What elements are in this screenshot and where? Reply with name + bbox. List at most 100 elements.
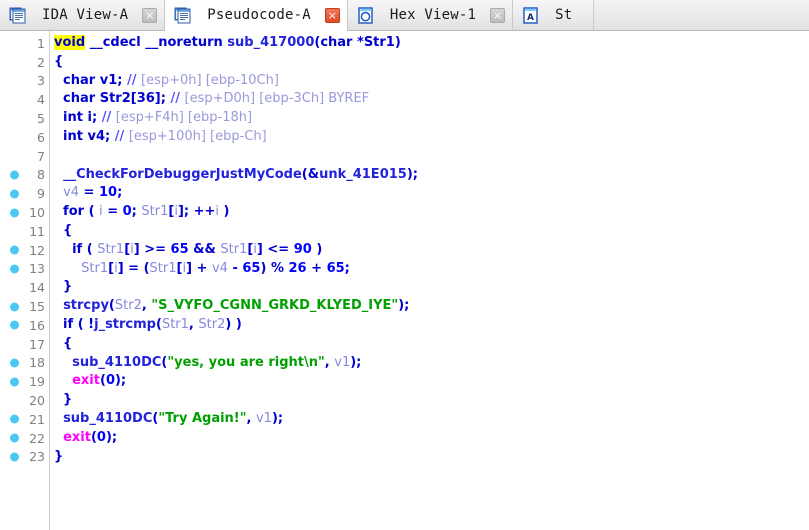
tab-st[interactable]: A St [513, 0, 595, 30]
code-token: , [246, 410, 256, 426]
code-line[interactable]: 21 sub_4110DC("Try Again!", v1); [0, 410, 809, 429]
code-token: } [54, 448, 64, 464]
code-line[interactable]: 8 __CheckForDebuggerJustMyCode(&unk_41E0… [0, 166, 809, 185]
line-gutter[interactable]: 6 [0, 128, 48, 147]
line-gutter[interactable]: 12 [0, 241, 48, 260]
line-gutter[interactable]: 5 [0, 109, 48, 128]
code-token: unk_41E015 [319, 166, 407, 182]
line-gutter[interactable]: 23 [0, 448, 48, 467]
breakpoint-dot-icon[interactable] [10, 245, 19, 255]
code-token: ] = ( [117, 260, 150, 276]
code-token: ); [350, 354, 362, 370]
breakpoint-dot-icon[interactable] [10, 433, 19, 443]
pseudocode-editor[interactable]: 1 void __cdecl __noreturn sub_417000(char… [0, 31, 809, 530]
code-token: - [227, 260, 243, 276]
code-line[interactable]: 2{ [0, 53, 809, 72]
code-line[interactable]: 19 exit(0); [0, 372, 809, 391]
code-token: 10 [98, 185, 118, 201]
code-line[interactable]: 10 for ( i = 0; Str1[i]; ++i ) [0, 203, 809, 222]
code-token: char [320, 35, 357, 50]
code-line[interactable]: 11 { [0, 222, 809, 241]
line-gutter[interactable]: 18 [0, 354, 48, 373]
line-gutter[interactable]: 10 [0, 203, 48, 222]
code-line[interactable]: 15 strcpy(Str2, "S_VYFO_CGNN_GRKD_KLYED_… [0, 297, 809, 316]
code-text: sub_4110DC("Try Again!", v1); [48, 410, 283, 429]
code-line[interactable]: 7 [0, 147, 809, 166]
code-line[interactable]: 5 int i; // [esp+F4h] [ebp-18h] [0, 109, 809, 128]
line-gutter[interactable]: 20 [0, 391, 48, 410]
breakpoint-dot-icon[interactable] [10, 302, 19, 312]
code-line[interactable]: 16 if ( !j_strcmp(Str1, Str2) ) [0, 316, 809, 335]
code-token: j_strcmp [94, 316, 156, 332]
code-line[interactable]: 6 int v4; // [esp+100h] [ebp-Ch] [0, 128, 809, 147]
code-token: ( [86, 241, 98, 257]
code-line[interactable]: 22 exit(0); [0, 429, 809, 448]
tab-close-icon[interactable]: × [324, 7, 340, 23]
code-line[interactable]: 1 void __cdecl __noreturn sub_417000(char… [0, 34, 809, 53]
line-gutter[interactable]: 17 [0, 335, 48, 354]
line-gutter[interactable]: 15 [0, 297, 48, 316]
code-text: { [48, 53, 63, 72]
tab-label: IDA View-A [42, 7, 129, 23]
line-gutter[interactable]: 3 [0, 72, 48, 91]
hex-view-icon [357, 6, 374, 24]
code-line[interactable]: 14 } [0, 278, 809, 297]
line-gutter[interactable]: 9 [0, 184, 48, 203]
breakpoint-dot-icon[interactable] [10, 358, 19, 368]
breakpoint-dot-icon[interactable] [10, 170, 19, 180]
code-token: "yes, you are right\n" [167, 354, 325, 370]
breakpoint-dot-icon[interactable] [10, 264, 19, 274]
line-gutter[interactable]: 11 [0, 222, 48, 241]
breakpoint-dot-icon[interactable] [10, 414, 19, 424]
line-gutter[interactable]: 21 [0, 410, 48, 429]
document-window-icon [174, 7, 191, 24]
breakpoint-dot-icon[interactable] [10, 208, 19, 218]
line-gutter[interactable]: 22 [0, 429, 48, 448]
breakpoint-dot-icon[interactable] [10, 377, 19, 387]
line-gutter[interactable]: 7 [0, 147, 48, 166]
line-gutter[interactable]: 2 [0, 53, 48, 72]
breakpoint-dot-icon[interactable] [10, 452, 19, 462]
code-token: Str1 [363, 35, 395, 50]
code-token: Str1 [220, 241, 248, 257]
code-text: } [48, 448, 63, 467]
code-line[interactable]: 4 char Str2[36]; // [esp+D0h] [ebp-3Ch] … [0, 90, 809, 109]
code-token: // [114, 128, 129, 144]
tab-ida-view-a[interactable]: IDA View-A × [0, 0, 166, 30]
line-gutter[interactable]: 1 [0, 34, 48, 53]
line-number: 18 [29, 355, 45, 371]
tab-hex-view-1[interactable]: Hex View-1 × [347, 0, 514, 30]
code-line[interactable]: 12 if ( Str1[i] >= 65 && Str1[i] <= 90 ) [0, 241, 809, 260]
code-token: { [54, 53, 64, 69]
code-token: __cdecl __noreturn [89, 35, 228, 50]
code-line[interactable]: 17 { [0, 335, 809, 354]
code-token: v4 [211, 260, 228, 276]
code-line[interactable]: 18 sub_4110DC("yes, you are right\n", v1… [0, 354, 809, 373]
line-gutter[interactable]: 14 [0, 278, 48, 297]
code-line[interactable]: 20 } [0, 391, 809, 410]
line-gutter[interactable]: 4 [0, 90, 48, 109]
code-token: } [54, 279, 73, 295]
code-line[interactable]: 23} [0, 448, 809, 467]
tab-close-icon[interactable]: × [142, 7, 158, 23]
code-token: // [170, 91, 185, 107]
breakpoint-dot-icon[interactable] [10, 320, 19, 330]
tab-close-icon[interactable]: × [490, 7, 506, 23]
code-line[interactable]: 9 v4 = 10; [0, 184, 809, 203]
code-token: (& [301, 166, 320, 182]
code-text: v4 = 10; [48, 184, 122, 203]
breakpoint-dot-icon[interactable] [10, 189, 19, 199]
line-number: 14 [29, 280, 45, 296]
tab-pseudocode-a[interactable]: Pseudocode-A × [164, 0, 348, 31]
line-gutter[interactable]: 13 [0, 260, 48, 279]
line-gutter[interactable]: 19 [0, 372, 48, 391]
line-number: 10 [29, 205, 45, 221]
line-gutter[interactable]: 8 [0, 166, 48, 185]
code-line[interactable]: 13 Str1[i] = (Str1[i] + v4 - 65) % 26 + … [0, 260, 809, 279]
line-number: 7 [37, 148, 45, 164]
code-line[interactable]: 3 char v1; // [esp+0h] [ebp-10Ch] [0, 72, 809, 91]
line-gutter[interactable]: 16 [0, 316, 48, 335]
